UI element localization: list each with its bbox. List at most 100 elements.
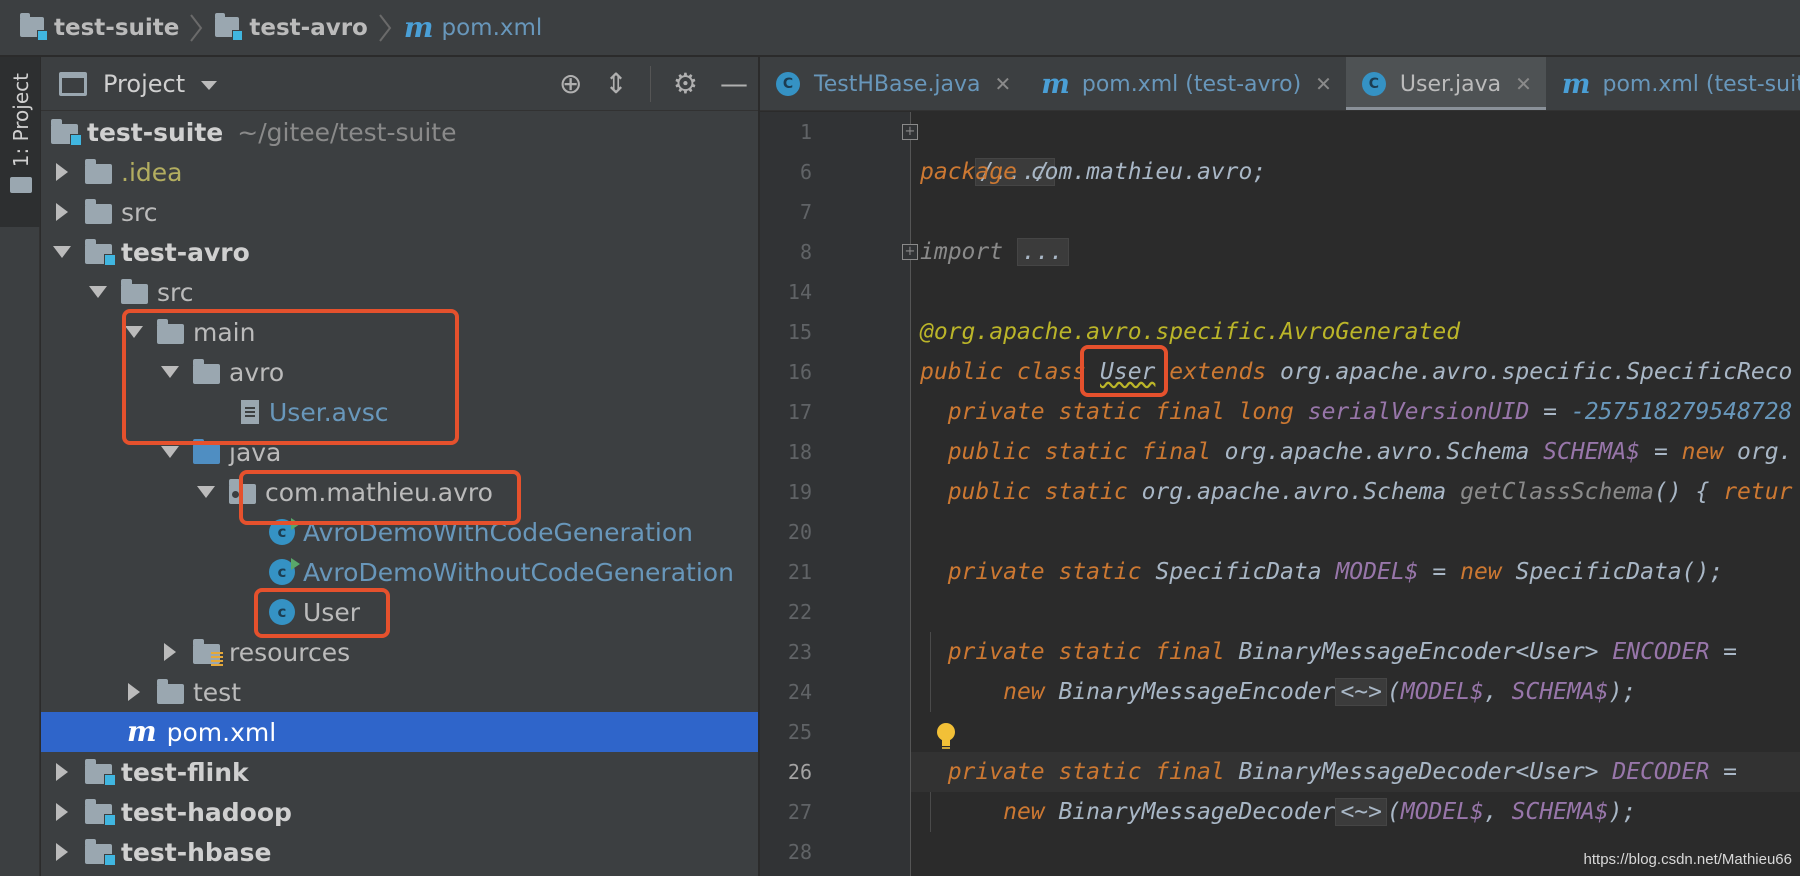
chevron-down-icon[interactable] (161, 366, 179, 378)
tree-item-src[interactable]: src (41, 192, 758, 232)
chevron-right-icon[interactable] (56, 163, 68, 181)
tree-item-java[interactable]: java (41, 432, 758, 472)
code-text: SpecificData (1141, 559, 1336, 585)
tree-item-src[interactable]: src (41, 272, 758, 312)
code-text: = (1709, 639, 1738, 665)
chevron-down-icon[interactable] (53, 246, 71, 258)
toolbar-divider (649, 66, 651, 102)
breadcrumb-separator-icon (190, 13, 203, 42)
code-text: = (1418, 559, 1461, 585)
tree-item-pom-xml[interactable]: m pom.xml (41, 712, 758, 752)
module-folder-icon (85, 839, 116, 866)
gear-icon[interactable]: ⚙ (673, 70, 698, 98)
line-number: 7 (799, 200, 812, 224)
line-number: 14 (787, 280, 812, 304)
project-tool-tab[interactable]: 1: Project (0, 57, 40, 227)
folded-region[interactable]: ... (1016, 238, 1069, 266)
tree-item-label: User.avsc (269, 397, 389, 427)
close-icon[interactable]: ✕ (1515, 72, 1532, 96)
lightbulb-icon[interactable] (935, 722, 957, 750)
breadcrumb-pom-xml[interactable]: m pom.xml (404, 13, 542, 42)
tree-item-test-flink[interactable]: test-flink (41, 752, 758, 792)
method-name: getClassSchema (1460, 479, 1654, 505)
line-number: 6 (799, 160, 812, 184)
tree-item-resources[interactable]: resources (41, 632, 758, 672)
runnable-class-icon: c (269, 518, 300, 545)
code-editor[interactable]: 1 6 7 8 14 15 16 17 18 19 20 21 22 23 24… (760, 112, 1800, 876)
fold-expand-icon[interactable]: + (902, 124, 918, 140)
keyword: extends (1155, 359, 1267, 385)
tab-label: pom.xml (test-avro) (1081, 71, 1302, 97)
tree-item-user-avsc[interactable]: User.avsc (41, 392, 758, 432)
keyword: retur (1723, 479, 1793, 505)
line-number: 22 (787, 600, 812, 624)
tree-item-label: test-avro (121, 237, 250, 267)
code-line-19: public static org.apache.avro.Schema get… (920, 472, 1793, 512)
code-text: ( (1386, 679, 1401, 705)
folder-icon (157, 679, 185, 704)
fold-expand-icon[interactable]: + (902, 244, 918, 260)
locate-crosshair-icon[interactable]: ⊕ (559, 70, 582, 98)
chevron-right-icon[interactable] (56, 843, 68, 861)
tree-item-avro-demo-with[interactable]: c AvroDemoWithCodeGeneration (41, 512, 758, 552)
keyword: package (920, 159, 1017, 185)
tree-item-avro-demo-without[interactable]: c AvroDemoWithoutCodeGeneration (41, 552, 758, 592)
chevron-down-icon[interactable] (201, 81, 218, 90)
breadcrumb-separator-icon (379, 13, 392, 42)
annotation-name: AvroGenerated (1280, 319, 1461, 345)
module-folder-icon (85, 239, 116, 266)
line-number: 15 (787, 320, 812, 344)
line-number: 1 (799, 120, 812, 144)
tab-label: pom.xml (test-suite) (1602, 71, 1800, 97)
collapse-all-icon[interactable]: ⇕ (604, 70, 627, 98)
breadcrumb-test-suite[interactable]: test-suite (20, 12, 179, 41)
chevron-right-icon[interactable] (56, 203, 68, 221)
folded-region[interactable]: <~> (1335, 798, 1387, 826)
project-tool-window: Project ⊕ ⇕ ⚙ — test-suite ~/gitee/test-… (41, 57, 759, 876)
chevron-down-icon[interactable] (161, 446, 179, 458)
tree-item-test-hadoop[interactable]: test-hadoop (41, 792, 758, 832)
tab-pom-test-suite[interactable]: m pom.xml (test-suite) (1546, 57, 1800, 110)
tree-item-test-suite[interactable]: test-suite ~/gitee/test-suite (41, 112, 758, 152)
code-text: = (1529, 399, 1571, 425)
code-line-1: /.../ (920, 112, 1055, 186)
tree-item-package[interactable]: com.mathieu.avro (41, 472, 758, 512)
chevron-right-icon[interactable] (128, 683, 140, 701)
tree-item-main[interactable]: main (41, 312, 758, 352)
tree-item-test-hbase[interactable]: test-hbase (41, 832, 758, 872)
code-text: org.apache.avro.specific.SpecificReco (1266, 359, 1793, 385)
project-view-selector[interactable]: Project (103, 70, 185, 98)
field-name: SCHEMA$ (1543, 439, 1641, 465)
chevron-down-icon[interactable] (197, 486, 215, 498)
chevron-right-icon[interactable] (164, 643, 176, 661)
keyword: new (1003, 679, 1045, 705)
tree-item-label: test-hadoop (121, 797, 292, 827)
tree-item-avro[interactable]: avro (41, 352, 758, 392)
tree-item-idea[interactable]: .idea (41, 152, 758, 192)
tab-testhbase-java[interactable]: C TestHBase.java ✕ (760, 57, 1025, 110)
keyword: private static final (947, 639, 1225, 665)
tree-item-test[interactable]: test (41, 672, 758, 712)
tab-user-java[interactable]: C User.java ✕ (1345, 57, 1546, 110)
tree-item-label: AvroDemoWithCodeGeneration (303, 517, 693, 547)
tab-pom-test-avro[interactable]: m pom.xml (test-avro) ✕ (1025, 57, 1346, 110)
folded-region[interactable]: <~> (1335, 678, 1387, 706)
code-line-23: private static final BinaryMessageEncode… (920, 632, 1737, 672)
tree-item-test-avro[interactable]: test-avro (41, 232, 758, 272)
tree-item-user-class[interactable]: c User (41, 592, 758, 632)
chevron-down-icon[interactable] (89, 286, 107, 298)
close-icon[interactable]: ✕ (1315, 72, 1332, 96)
line-number: 18 (787, 440, 812, 464)
code-line-16: public class User extends org.apache.avr… (920, 352, 1792, 392)
field-name: SCHEMA$ (1511, 799, 1609, 825)
tab-label: TestHBase.java (814, 71, 981, 97)
chevron-down-icon[interactable] (125, 326, 143, 338)
chevron-right-icon[interactable] (56, 803, 68, 821)
class-name[interactable]: User (1100, 359, 1155, 385)
chevron-right-icon[interactable] (56, 763, 68, 781)
folder-icon (121, 279, 149, 304)
code-text: org. (1723, 439, 1793, 465)
minimize-icon[interactable]: — (720, 70, 748, 98)
breadcrumb-test-avro[interactable]: test-avro (215, 12, 368, 41)
close-icon[interactable]: ✕ (995, 72, 1012, 96)
